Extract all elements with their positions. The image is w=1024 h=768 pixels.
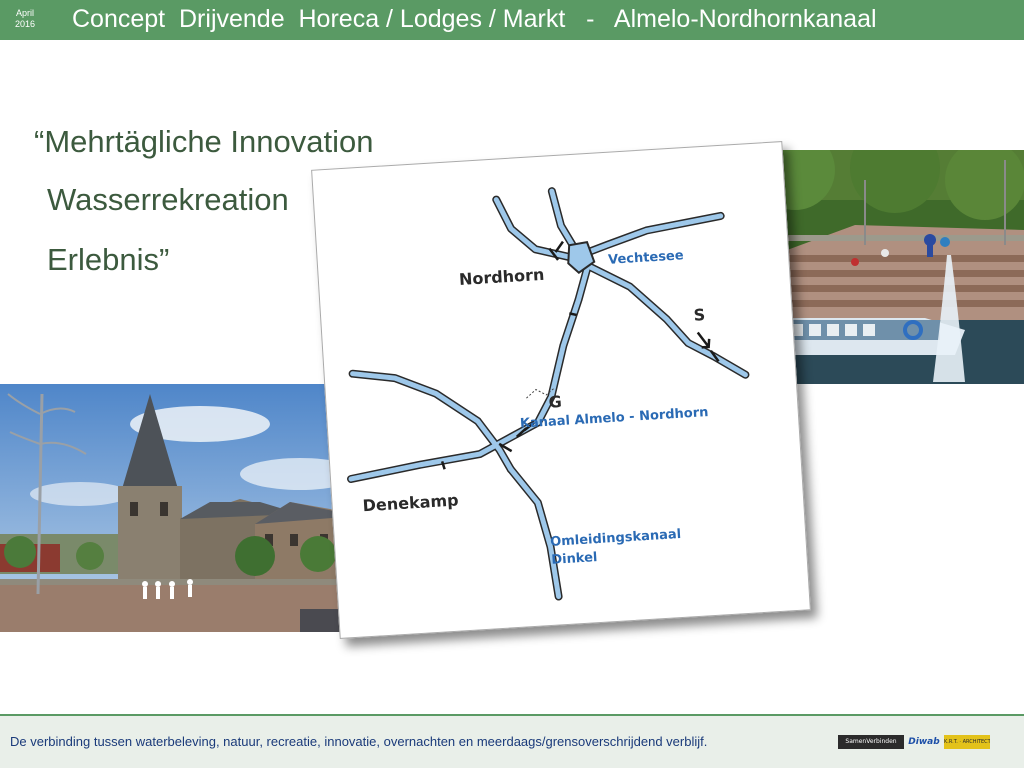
logo-krt-architecten: K.R.T. · ARCHITECTEN [944, 735, 990, 749]
map-label-marker-s: S [693, 305, 706, 325]
slide-title: Concept Drijvende Horeca / Lodges / Mark… [72, 5, 877, 33]
header-date-year: 2016 [14, 19, 36, 29]
logo-samenverbinden: SamenVerbinden [838, 735, 904, 749]
header-date-month: April [15, 8, 34, 18]
quote-line-2: Wasserrekreation [47, 182, 289, 217]
map-label-marker-g: G [548, 391, 563, 412]
footer-text: De verbinding tussen waterbeleving, natu… [10, 734, 708, 749]
map-card: Nordhorn Vechtesee S G Kanaal Almelo - N… [311, 141, 811, 639]
quote-line-3: Erlebnis” [47, 242, 170, 277]
photo-church-square [0, 384, 362, 632]
quote-line-1: “Mehrtägliche Innovation [34, 124, 374, 159]
logo-diwab: Diwab [908, 737, 940, 747]
map-label-dinkel: Dinkel [550, 550, 598, 568]
header-bar: April 2016 Concept Drijvende Horeca / Lo… [0, 0, 1024, 40]
header-date: April 2016 [6, 8, 44, 30]
